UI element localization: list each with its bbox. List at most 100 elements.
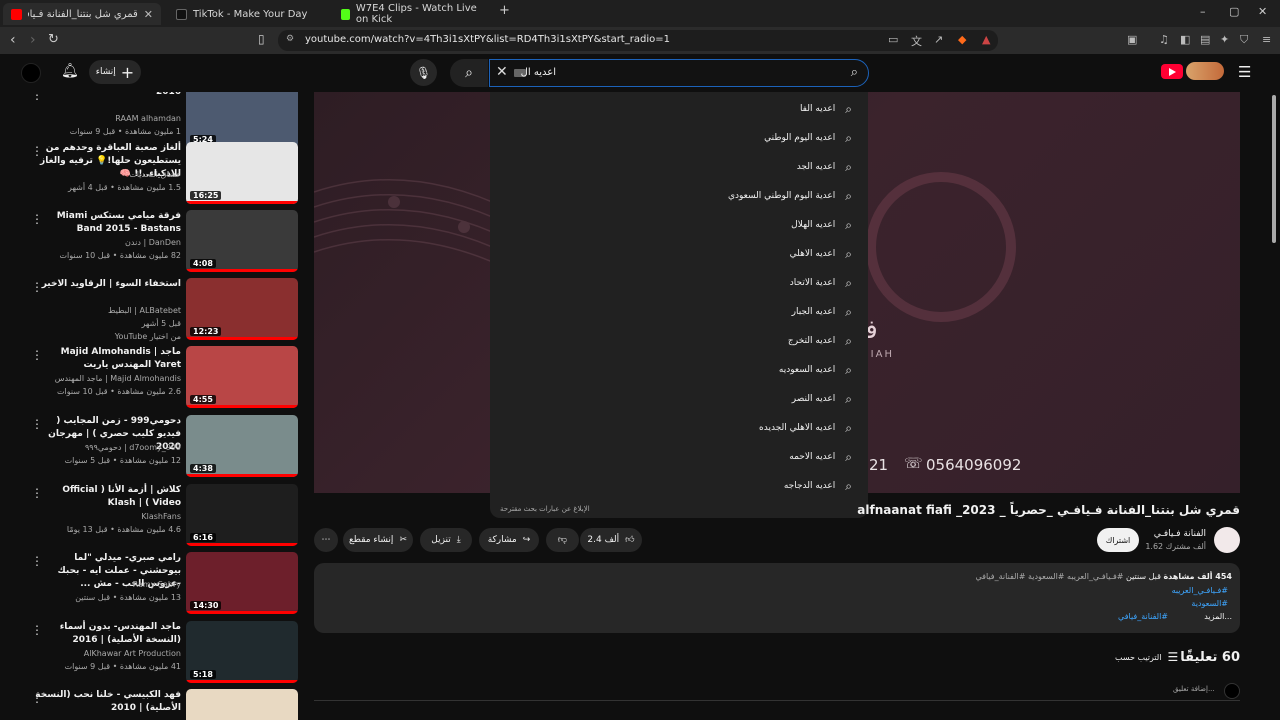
youtube-doodle[interactable] (1186, 62, 1224, 80)
video-thumbnail[interactable]: 4:55 (186, 346, 298, 408)
search-suggestion[interactable]: اعديه النصر ⌕ (792, 388, 852, 410)
more-vertical-icon[interactable]: ⋮ (31, 348, 43, 362)
share-button[interactable]: مشاركة ↪ (479, 528, 539, 552)
create-button[interactable]: إنشاء + (89, 60, 141, 84)
recommendation-title[interactable]: ماجد المهندس- بدون أسماء (النسخة الأصلية… (31, 621, 181, 647)
search-suggestion[interactable]: اعديه الجد ⌕ (797, 156, 852, 178)
video-thumbnail[interactable]: 12:23 (186, 278, 298, 340)
video-thumbnail[interactable]: 5:18 (186, 621, 298, 683)
more-vertical-icon[interactable]: ⋮ (31, 691, 43, 705)
close-window-button[interactable]: ✕ (1258, 5, 1267, 18)
music-icon[interactable]: ♫ (1159, 33, 1169, 46)
search-input[interactable]: ✕ اعديه ال ⌕ (489, 59, 869, 87)
recommendation-item[interactable]: 12:23 استخفاء السوء | الرقاويد الاخير ALBa… (0, 278, 305, 344)
recommendation-channel[interactable]: d7oomy_999 | دحومي٩٩٩ (31, 443, 181, 452)
sidebar-icon[interactable]: ▣ (1127, 33, 1137, 46)
guide-menu-icon[interactable]: ☰ (1238, 63, 1251, 81)
like-button[interactable]: 2.4 ألف 👍︎ (580, 528, 642, 552)
search-submit-button[interactable]: ⌕ (450, 59, 488, 87)
browser-menu-icon[interactable]: ≡ (1262, 33, 1271, 46)
more-vertical-icon[interactable]: ⋮ (31, 417, 43, 431)
forward-icon[interactable]: › (30, 32, 36, 48)
report-suggestions-link[interactable]: الإبلاغ عن عبارات بحث مقترحة (500, 505, 590, 513)
recommendation-channel[interactable]: Majid Almohandis | ماجد المهندس (31, 374, 181, 383)
recommendation-channel[interactable]: KlashFans (31, 512, 181, 521)
recommendation-channel[interactable]: Ramy Sabry (31, 580, 181, 589)
video-thumbnail[interactable]: 16:25 (186, 142, 298, 204)
voice-search-button[interactable]: 🎙︎ (410, 59, 437, 86)
more-vertical-icon[interactable]: ⋮ (31, 212, 43, 226)
recommendation-item[interactable]: 4:38 دحومي999 - زمن المجايب ( فيديو كليب … (0, 415, 305, 481)
more-vertical-icon[interactable]: ⋮ (31, 92, 43, 102)
video-thumbnail[interactable]: 6:16 (186, 484, 298, 546)
vpn-icon[interactable]: ⛉ (1240, 33, 1248, 47)
search-suggestion[interactable]: اعديه الهلال ⌕ (791, 214, 852, 236)
clip-button[interactable]: إنشاء مقطع ✂ (343, 528, 413, 552)
recommendation-channel[interactable]: DanDen | دندن (31, 238, 181, 247)
recommendation-channel[interactable]: عشاق التحديات (31, 170, 181, 179)
recommendation-item[interactable]: 6:16 كلاش | أزمة الأنا ( Official Video )… (0, 484, 305, 550)
recommendation-title[interactable]: استخفاء السوء | الرقاويد الاخير (31, 278, 181, 291)
add-comment-input[interactable]: إضافة تعليق... (1173, 685, 1215, 693)
recommendation-item[interactable]: فهد الكبيسي - خلنا نحب (النسخة الأصلية) … (0, 689, 305, 720)
brave-shield-icon[interactable]: ◆ (958, 33, 966, 46)
recommendation-item[interactable]: 5:18 ماجد المهندس- بدون أسماء (النسخة الأ… (0, 621, 305, 687)
recommendation-item[interactable]: 4:08 فرقة ميامي بستكس Miami Band 2015 - B… (0, 210, 305, 276)
channel-name[interactable]: الفنانة فـيافـي (1154, 529, 1206, 539)
brave-rewards-icon[interactable]: ▲ (982, 33, 990, 46)
notifications-bell-icon[interactable]: 🔔︎ (61, 63, 79, 79)
cast-icon[interactable]: ▭ (888, 33, 898, 46)
more-vertical-icon[interactable]: ⋮ (31, 144, 43, 158)
search-suggestion[interactable]: اعديه الفا ⌕ (800, 98, 852, 120)
search-suggestion[interactable]: اعديه السعوديه ⌕ (779, 359, 852, 381)
back-icon[interactable]: ‹ (10, 32, 16, 48)
site-info-icon[interactable]: ⚙ (286, 34, 294, 44)
search-suggestion[interactable]: اعديه الدجاجه ⌕ (784, 475, 852, 497)
tab-tiktok[interactable]: TikTok - Make Your Day (168, 3, 328, 25)
new-tab-button[interactable]: + (499, 3, 510, 18)
tab-youtube[interactable]: قمري شل بنتنا_الفنانة فـيافـي _ح ✕ (3, 3, 161, 25)
hashtag-link[interactable]: #فـيافـي_العريبه (1172, 586, 1228, 595)
recommendation-title[interactable]: 2016 (31, 92, 181, 99)
recommendation-title[interactable]: فرقة ميامي بستكس Miami Band 2015 - Basta… (31, 210, 181, 236)
channel-avatar[interactable] (1214, 527, 1240, 553)
hashtag-link[interactable]: #الفنانة_فيافي (1118, 612, 1168, 621)
more-vertical-icon[interactable]: ⋮ (31, 554, 43, 568)
dislike-button[interactable]: 👎︎ (546, 528, 579, 552)
clear-search-icon[interactable]: ✕ (496, 64, 508, 80)
split-view-icon[interactable]: ◧ (1180, 33, 1190, 46)
close-tab-icon[interactable]: ✕ (144, 8, 153, 21)
show-more-button[interactable]: ...المزيد (1204, 612, 1232, 621)
reload-icon[interactable]: ↻ (48, 32, 59, 47)
more-vertical-icon[interactable]: ⋮ (31, 623, 43, 637)
recommendation-title[interactable]: ماجد | Majid Almohandis Yaret المهندس يا… (31, 346, 181, 372)
recommendation-item[interactable]: 4:55 ماجد | Majid Almohandis Yaret المهند… (0, 346, 305, 412)
recommendation-item[interactable]: 16:25 ألغاز صعبة العباقرة وحدهم من يستطيع… (0, 142, 305, 208)
video-thumbnail[interactable] (186, 689, 298, 720)
search-suggestion[interactable]: اعدية اليوم الوطني السعودي ⌕ (728, 185, 852, 207)
search-suggestion[interactable]: اعديه اليوم الوطني ⌕ (764, 127, 852, 149)
account-avatar[interactable] (21, 63, 41, 83)
translate-icon[interactable]: 文 (911, 33, 922, 49)
recommendation-channel[interactable]: RAAM alhamdan (31, 114, 181, 123)
sort-comments-button[interactable]: الترتيب حسب ☰ (1115, 650, 1178, 664)
page-scrollbar[interactable] (1272, 95, 1276, 243)
minimize-button[interactable]: – (1200, 5, 1206, 18)
search-suggestion[interactable]: اعديه الاهلي ⌕ (790, 243, 852, 265)
more-vertical-icon[interactable]: ⋮ (31, 486, 43, 500)
recommendation-title[interactable]: فهد الكبيسي - خلنا نحب (النسخة الأصلية) … (31, 689, 181, 715)
video-thumbnail[interactable]: 4:08 (186, 210, 298, 272)
maximize-button[interactable]: ▢ (1229, 5, 1239, 18)
youtube-logo[interactable] (1161, 64, 1183, 79)
download-button[interactable]: تنزيل ⤓ (420, 528, 472, 552)
search-suggestion[interactable]: اعديه الجبار ⌕ (792, 301, 852, 323)
recommendation-channel[interactable]: ALBatebet | البطيط (31, 306, 181, 315)
description-box[interactable]: 454 ألف مشاهدة قبل سنتين #فـيافـي_العريب… (314, 563, 1240, 633)
recommendation-title[interactable]: كلاش | أزمة الأنا ( Official Video ) | K… (31, 484, 181, 510)
subscribe-button[interactable]: اشتراك (1097, 528, 1139, 552)
search-suggestion[interactable]: اعدية الاتحاد ⌕ (790, 272, 852, 294)
recommendation-item[interactable]: 14:30 رامي صبري- ميدلي "لما بيوحشني - عمل… (0, 552, 305, 618)
share-icon[interactable]: ↗ (934, 33, 943, 46)
recommendation-channel[interactable]: AlKhawar Art Production (31, 649, 181, 658)
video-thumbnail[interactable]: 14:30 (186, 552, 298, 614)
